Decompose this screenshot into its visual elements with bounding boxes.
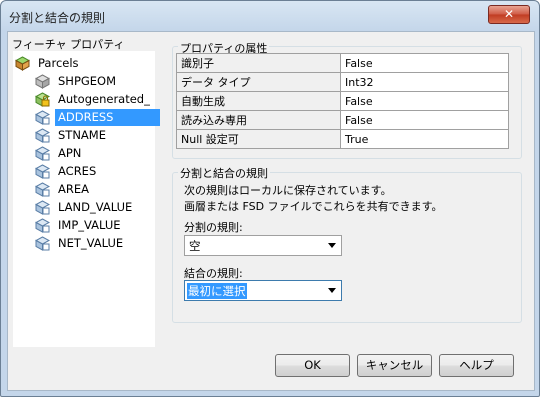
split-rule-label: 分割の規則: [184, 221, 243, 234]
property-value: Int32 [340, 72, 509, 92]
property-key: データ タイプ [176, 72, 341, 92]
cancel-button[interactable]: キャンセル [357, 354, 432, 377]
split-rule-value: 空 [189, 239, 201, 253]
tree-item-label: NET_VALUE [58, 236, 124, 250]
property-value: False [340, 53, 509, 73]
merge-rule-label: 結合の規則: [184, 267, 243, 280]
chevron-down-icon [328, 288, 336, 293]
property-key: 識別子 [176, 53, 341, 73]
rules-group-label: 分割と結合の規則 [178, 165, 270, 181]
window-title: 分割と結合の規則 [9, 11, 106, 25]
feature-tree[interactable]: Parcels SHPGEOM Autogenerated_ ADDRESS S… [12, 50, 160, 348]
rules-description-line2: 画層または FSD ファイルでこれらを共有できます。 [184, 200, 443, 213]
field-icon [35, 182, 50, 197]
field-icon [35, 146, 50, 161]
close-button[interactable]: ✕ [488, 5, 530, 24]
tree-root-label: Parcels [38, 56, 79, 70]
tree-item-label: Autogenerated_ [58, 92, 150, 106]
chevron-down-icon [328, 243, 336, 248]
feature-class-icon [15, 56, 30, 71]
field-icon [35, 128, 50, 143]
merge-rule-dropdown[interactable]: 最初に選択 [184, 280, 342, 301]
tree-item-label: AREA [58, 182, 89, 196]
property-value: False [340, 110, 509, 130]
property-row: Null 設定可 True [176, 129, 509, 149]
tree-item-label: IMP_VALUE [58, 218, 121, 232]
locked-field-icon [35, 92, 50, 107]
ok-button[interactable]: OK [275, 354, 350, 377]
property-grid: 識別子 False データ タイプ Int32 自動生成 False 読み込み専… [176, 53, 509, 149]
split-rule-dropdown[interactable]: 空 [184, 235, 342, 256]
geometry-field-icon [35, 74, 50, 89]
tree-item-label: SHPGEOM [58, 74, 117, 88]
field-icon [35, 110, 50, 125]
property-key: 自動生成 [176, 91, 341, 111]
tree-item-label: LAND_VALUE [58, 200, 133, 214]
property-key: 読み込み専用 [176, 110, 341, 130]
tree-item-label: APN [58, 146, 82, 160]
field-icon [35, 164, 50, 179]
property-row: 読み込み専用 False [176, 110, 509, 130]
property-row: データ タイプ Int32 [176, 72, 509, 92]
help-button[interactable]: ヘルプ [439, 354, 514, 377]
field-icon [35, 218, 50, 233]
tree-item-label: ACRES [58, 164, 97, 178]
property-row: 識別子 False [176, 53, 509, 73]
property-key: Null 設定可 [176, 129, 341, 149]
property-row: 自動生成 False [176, 91, 509, 111]
dialog-window: 分割と結合の規則 ✕ フィーチャ プロパティ Parcels SHPGEOM A… [0, 0, 540, 397]
rules-description-line1: 次の規則はローカルに保存されています。 [184, 184, 392, 197]
field-icon [35, 236, 50, 251]
tree-item-label: STNAME [58, 128, 106, 142]
property-value: False [340, 91, 509, 111]
property-value: True [340, 129, 509, 149]
tree-item-label: ADDRESS [55, 109, 160, 126]
merge-rule-value: 最初に選択 [187, 283, 247, 299]
field-icon [35, 200, 50, 215]
title-bar[interactable]: 分割と結合の規則 ✕ [1, 1, 539, 31]
